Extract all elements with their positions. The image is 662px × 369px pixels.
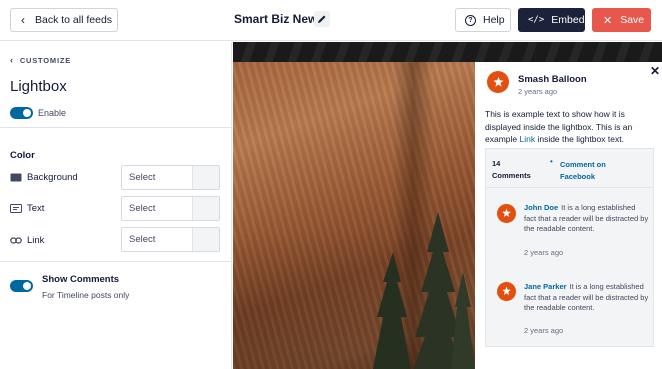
chevron-left-icon: ‹ [10, 55, 14, 65]
comment-on-facebook-link[interactable]: Comment on Facebook [560, 159, 640, 183]
show-comments-toggle[interactable] [10, 280, 33, 292]
breadcrumb-label: CUSTOMIZE [19, 55, 72, 65]
pine-trees [373, 212, 475, 369]
select-value: Select [129, 234, 156, 245]
top-toolbar: ‹ Back to all feeds Smart Biz News ? Hel… [0, 0, 662, 41]
link-icon [10, 237, 22, 244]
select-value: Select [129, 172, 156, 183]
save-button[interactable]: ✕ Save [592, 8, 651, 32]
comment-time: 2 years ago [524, 248, 564, 257]
show-comments-subtext: For Timeline posts only [42, 290, 130, 300]
section-title: Lightbox [10, 78, 67, 95]
embed-button[interactable]: </> Embed [518, 8, 585, 32]
text-label: Text [27, 203, 45, 214]
color-swatch[interactable] [192, 197, 219, 220]
color-heading: Color [10, 150, 35, 161]
background-icon [10, 173, 22, 182]
caption-text-end: inside the lightbox text. [535, 134, 624, 144]
enable-toggle[interactable] [10, 107, 33, 119]
back-button-label: Back to all feeds [35, 14, 113, 26]
text-icon [10, 204, 22, 213]
color-swatch[interactable] [192, 166, 219, 189]
pencil-icon[interactable] [314, 11, 330, 27]
link-label: Link [27, 235, 45, 246]
question-icon: ? [465, 14, 476, 26]
code-icon: </> [528, 15, 545, 25]
account-name[interactable]: Smash Balloon [518, 74, 587, 85]
comment-author[interactable]: Jane Parker [524, 282, 567, 291]
text-color-select[interactable]: Select [121, 196, 220, 221]
show-comments-label: Show Comments [42, 274, 120, 285]
comments-count: 14 [492, 159, 501, 168]
comments-count-label: Comments [492, 171, 531, 180]
close-icon: ✕ [603, 14, 613, 27]
comment-item: Jane Parker It is a long established fact… [524, 282, 649, 314]
background-color-select[interactable]: Select [121, 165, 220, 190]
help-button[interactable]: ? Help [455, 8, 511, 32]
commenter-avatar [497, 204, 516, 223]
link-color-select[interactable]: Select [121, 227, 220, 252]
separator-dot: • [550, 157, 553, 166]
feed-title: Smart Biz News [234, 12, 325, 26]
customize-breadcrumb[interactable]: ‹ CUSTOMIZE [10, 55, 71, 65]
chevron-left-icon: ‹ [21, 13, 25, 27]
caption-link[interactable]: Link [520, 134, 536, 144]
embed-label: Embed [551, 14, 585, 26]
close-lightbox-icon[interactable]: ✕ [650, 64, 660, 78]
back-to-feeds-button[interactable]: ‹ Back to all feeds [10, 8, 118, 32]
post-caption: This is example text to show how it is d… [485, 108, 655, 146]
divider [0, 261, 232, 262]
post-time: 2 years ago [518, 87, 558, 96]
help-label: Help [483, 14, 505, 26]
comment-time: 2 years ago [524, 326, 564, 335]
commenter-avatar [497, 282, 516, 301]
comment-item: John Doe It is a long established fact th… [524, 203, 649, 235]
background-label: Background [27, 172, 78, 183]
comment-author[interactable]: John Doe [524, 203, 558, 212]
preview-top-strip [233, 42, 662, 62]
divider [0, 127, 232, 128]
enable-label: Enable [38, 108, 67, 118]
save-label: Save [620, 14, 645, 26]
account-avatar[interactable] [487, 71, 509, 93]
color-swatch[interactable] [192, 228, 219, 251]
select-value: Select [129, 203, 156, 214]
